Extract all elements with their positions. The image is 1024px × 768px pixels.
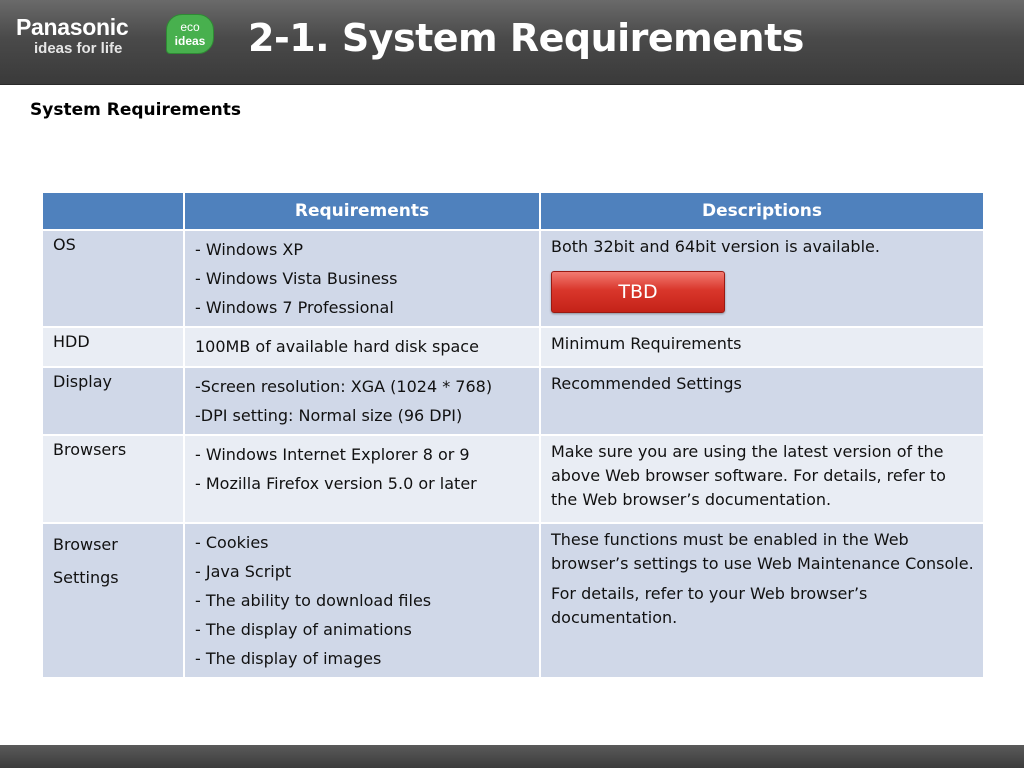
row-description: Minimum Requirements bbox=[539, 326, 985, 368]
category-line: Settings bbox=[53, 568, 119, 587]
row-requirements: -Screen resolution: XGA (1024 * 768) -DP… bbox=[183, 366, 541, 436]
page-title: 2-1. System Requirements bbox=[248, 16, 804, 60]
row-description: These functions must be enabled in the W… bbox=[539, 522, 985, 679]
row-category: Browser Settings bbox=[41, 522, 185, 679]
eco-badge-line1: eco bbox=[180, 20, 200, 34]
row-category: HDD bbox=[41, 326, 185, 368]
header-bar: Panasonic ideas for life eco ideas 2-1. … bbox=[0, 0, 1024, 85]
description-text: Both 32bit and 64bit version is availabl… bbox=[551, 237, 880, 256]
description-text: Minimum Requirements bbox=[551, 334, 742, 353]
header-cell-category bbox=[41, 191, 185, 231]
row-category: Browsers bbox=[41, 434, 185, 524]
table-row: Browser Settings - Cookies - Java Script… bbox=[41, 522, 985, 679]
table-row: HDD 100MB of available hard disk space M… bbox=[41, 326, 985, 368]
requirement-item: - The display of animations bbox=[195, 620, 412, 639]
tbd-badge: TBD bbox=[551, 271, 725, 313]
row-description: Both 32bit and 64bit version is availabl… bbox=[539, 229, 985, 328]
table-row: Browsers - Windows Internet Explorer 8 o… bbox=[41, 434, 985, 524]
section-heading: System Requirements bbox=[30, 100, 241, 120]
header-cell-descriptions: Descriptions bbox=[539, 191, 985, 231]
requirement-item: - Java Script bbox=[195, 562, 292, 581]
description-text: Make sure you are using the latest versi… bbox=[551, 442, 946, 509]
row-description: Recommended Settings bbox=[539, 366, 985, 436]
requirement-item: - Windows Vista Business bbox=[195, 269, 398, 288]
requirement-item: - Cookies bbox=[195, 533, 269, 552]
row-description: Make sure you are using the latest versi… bbox=[539, 434, 985, 524]
logo-wordmark: Panasonic bbox=[16, 14, 129, 40]
table-row: OS - Windows XP - Windows Vista Business… bbox=[41, 229, 985, 328]
row-requirements: 100MB of available hard disk space bbox=[183, 326, 541, 368]
row-requirements: - Windows XP - Windows Vista Business - … bbox=[183, 229, 541, 328]
requirements-table: Requirements Descriptions OS - Windows X… bbox=[41, 191, 985, 679]
header-cell-requirements: Requirements bbox=[183, 191, 541, 231]
requirement-item: - The ability to download files bbox=[195, 591, 432, 610]
requirement-item: - Windows 7 Professional bbox=[195, 298, 394, 317]
table-header-row: Requirements Descriptions bbox=[41, 191, 985, 231]
row-requirements: - Cookies - Java Script - The ability to… bbox=[183, 522, 541, 679]
panasonic-logo: Panasonic ideas for life eco ideas bbox=[16, 14, 216, 70]
footer-bar bbox=[0, 745, 1024, 768]
description-text: For details, refer to your Web browser’s… bbox=[551, 584, 868, 627]
requirement-item: -DPI setting: Normal size (96 DPI) bbox=[195, 406, 463, 425]
requirement-item: - The display of images bbox=[195, 649, 382, 668]
logo-tagline: ideas for life bbox=[34, 40, 123, 57]
requirement-item: 100MB of available hard disk space bbox=[195, 337, 479, 356]
requirement-item: - Mozilla Firefox version 5.0 or later bbox=[195, 474, 477, 493]
category-line: Browser bbox=[53, 535, 118, 554]
description-text: Recommended Settings bbox=[551, 374, 742, 393]
requirement-item: -Screen resolution: XGA (1024 * 768) bbox=[195, 377, 493, 396]
row-category: Display bbox=[41, 366, 185, 436]
eco-badge-line2: ideas bbox=[174, 34, 206, 48]
description-text: These functions must be enabled in the W… bbox=[551, 530, 974, 573]
requirement-item: - Windows Internet Explorer 8 or 9 bbox=[195, 445, 470, 464]
row-requirements: - Windows Internet Explorer 8 or 9 - Moz… bbox=[183, 434, 541, 524]
row-category: OS bbox=[41, 229, 185, 328]
requirement-item: - Windows XP bbox=[195, 240, 303, 259]
table-row: Display -Screen resolution: XGA (1024 * … bbox=[41, 366, 985, 436]
eco-ideas-badge: eco ideas bbox=[166, 14, 214, 54]
